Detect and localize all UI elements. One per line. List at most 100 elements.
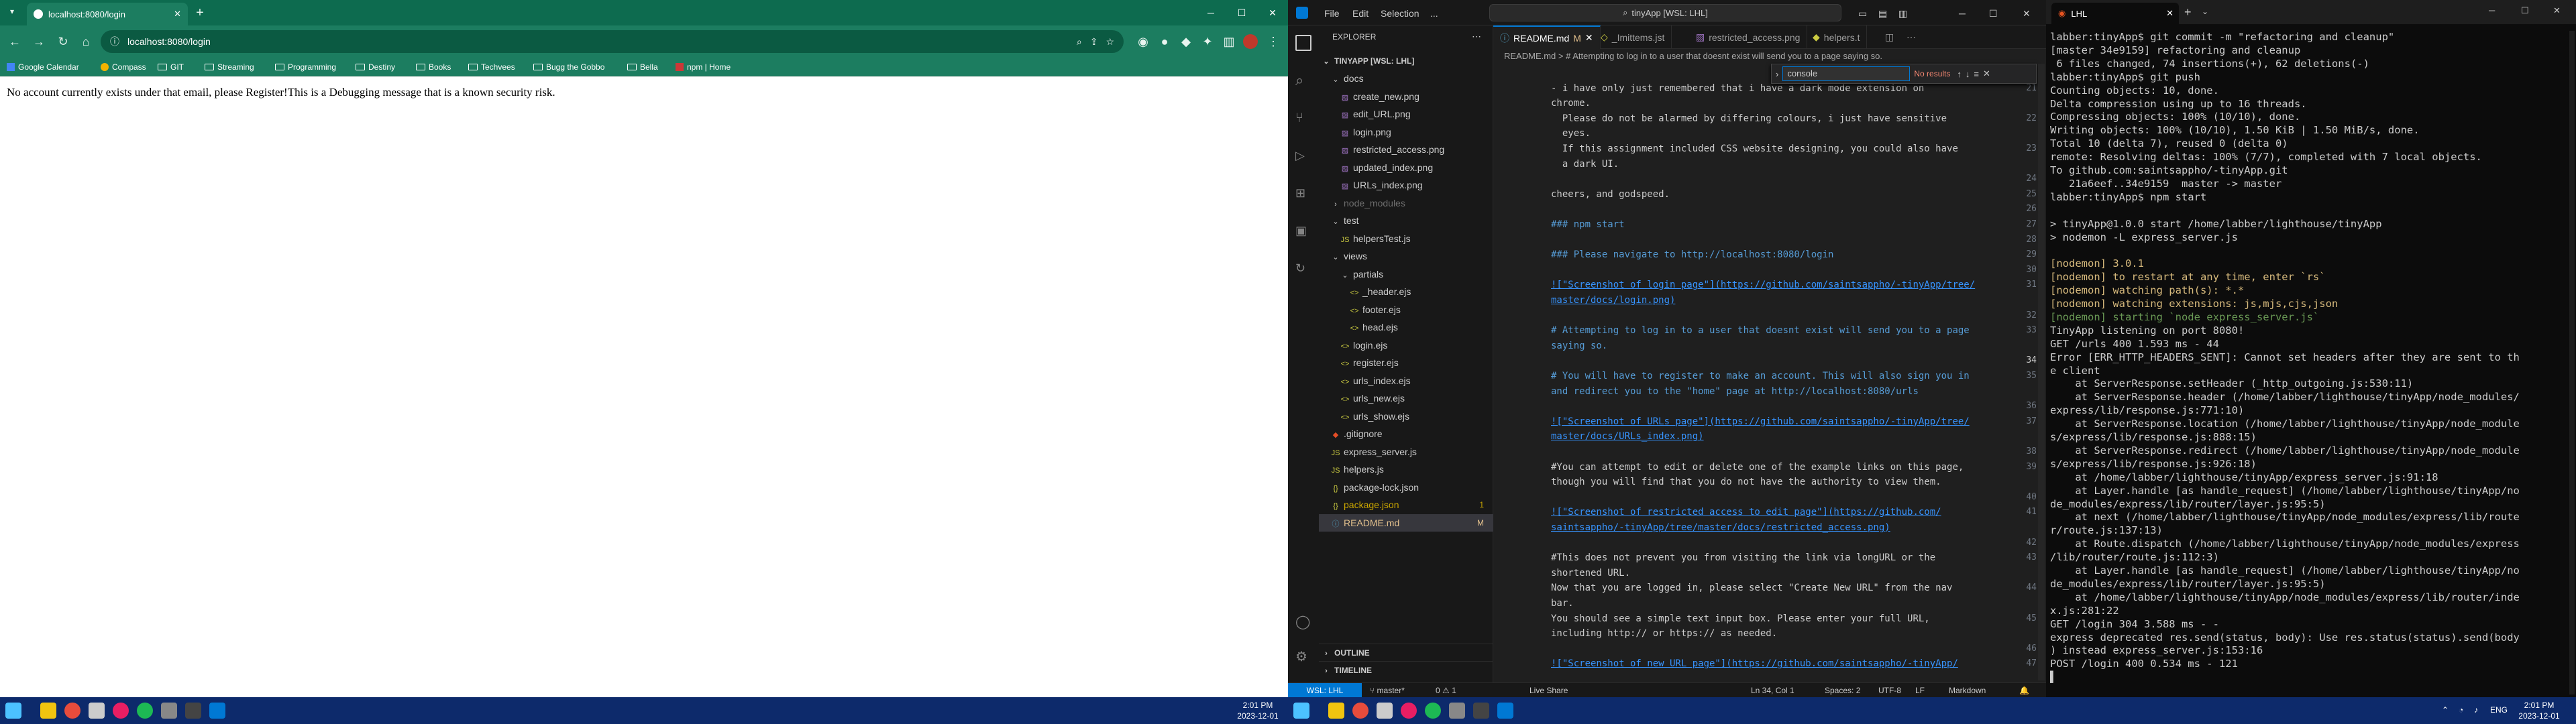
scrollbar[interactable]	[2038, 64, 2045, 680]
minimize-icon[interactable]: ─	[1195, 0, 1226, 25]
chevron-right-icon[interactable]: ›	[1776, 69, 1778, 79]
address-bar[interactable]: ⓘ localhost:8080/login ⌕ ⇪ ☆	[101, 30, 1124, 53]
problems-indicator[interactable]: 0 ⚠ 1	[1436, 686, 1456, 695]
extension-icon[interactable]: ◆	[1177, 32, 1195, 51]
account-icon[interactable]: ◯	[1295, 614, 1311, 630]
tree-file[interactable]: <> urls_new.ejs	[1319, 389, 1493, 407]
command-center[interactable]: ⌕ tinyApp [WSL: LHL]	[1489, 4, 1841, 21]
minimize-icon[interactable]: ─	[1959, 8, 1966, 19]
tree-file[interactable]: <> urls_index.ejs	[1319, 372, 1493, 389]
share-icon[interactable]: ⇪	[1090, 36, 1098, 48]
tree-file[interactable]: JS express_server.js	[1319, 443, 1493, 461]
bookmark-folder-git[interactable]: GIT	[158, 60, 184, 74]
remote-indicator[interactable]: WSL: LHL	[1288, 683, 1362, 698]
tree-file[interactable]: <> head.ejs	[1319, 318, 1493, 336]
bookmark-google-calendar[interactable]: Google Calendar	[7, 60, 79, 74]
forward-icon[interactable]: →	[30, 32, 48, 51]
tree-file[interactable]: ▨ restricted_access.png	[1319, 141, 1493, 158]
wifi-icon[interactable]: ◔	[2459, 705, 2463, 715]
search-icon[interactable]: ⌕	[1077, 36, 1082, 48]
clock[interactable]: 2:01 PM 2023-12-01	[2512, 700, 2566, 721]
close-icon[interactable]: ✕	[1983, 68, 1990, 79]
language-indicator[interactable]: ENG	[2490, 705, 2508, 715]
language-mode[interactable]: Markdown	[1949, 686, 1986, 695]
chrome-icon[interactable]	[1352, 703, 1368, 719]
volume-icon[interactable]: ♪	[2474, 705, 2478, 715]
tree-file[interactable]: <> login.ejs	[1319, 337, 1493, 354]
profile-avatar[interactable]	[1241, 32, 1260, 51]
bookmark-star-icon[interactable]: ☆	[1106, 36, 1114, 48]
vscode-icon[interactable]	[209, 703, 225, 719]
arrow-up-icon[interactable]: ↑	[1957, 69, 1962, 79]
layout-icon[interactable]: ▤	[1878, 8, 1887, 19]
app-icon[interactable]	[113, 703, 129, 719]
live-share-icon[interactable]: ↻	[1295, 260, 1311, 276]
find-input[interactable]: console	[1782, 66, 1911, 81]
extensions-icon[interactable]: ⊞	[1295, 185, 1311, 201]
tree-folder[interactable]: ⌄ partials	[1319, 265, 1493, 283]
app-icon[interactable]	[1401, 703, 1417, 719]
menu-edit[interactable]: Edit	[1352, 8, 1368, 19]
outline-section[interactable]: › OUTLINE	[1319, 644, 1493, 661]
bookmark-folder-bugg[interactable]: Bugg the Gobbo	[533, 60, 604, 74]
live-share-indicator[interactable]: Live Share	[1529, 686, 1568, 695]
tree-file[interactable]: <> register.ejs	[1319, 354, 1493, 371]
maximize-icon[interactable]: ☐	[1989, 8, 1998, 19]
tree-folder[interactable]: ⌄ docs	[1319, 70, 1493, 87]
tree-folder[interactable]: ⌄ test	[1319, 212, 1493, 229]
more-actions-icon[interactable]: ⋯	[1900, 25, 1923, 49]
tree-file[interactable]: {} package-lock.json	[1319, 479, 1493, 496]
settings-gear-icon[interactable]: ⚙	[1295, 649, 1311, 665]
layout-icon[interactable]: ▥	[1898, 8, 1907, 19]
terminal-icon[interactable]	[1449, 703, 1465, 719]
tree-file[interactable]: ▨ login.png	[1319, 123, 1493, 141]
project-root[interactable]: ⌄ TINYAPP [WSL: LHL]	[1319, 52, 1493, 70]
encoding[interactable]: UTF-8	[1878, 686, 1901, 695]
vscode-icon[interactable]	[1497, 703, 1513, 719]
tab-search-icon[interactable]: ▾	[4, 3, 20, 19]
menu-more[interactable]: ...	[1430, 8, 1438, 19]
bookmark-folder-books[interactable]: Books	[416, 60, 451, 74]
branch-indicator[interactable]: ⑂ master*	[1370, 686, 1405, 695]
more-actions-icon[interactable]: ⋯	[1472, 31, 1481, 42]
selection-icon[interactable]: ≡	[1974, 69, 1979, 79]
source-control-icon[interactable]: ⑂	[1295, 110, 1311, 126]
tree-file[interactable]: JS helpersTest.js	[1319, 230, 1493, 247]
tree-file[interactable]: ▨ edit_URL.png	[1319, 105, 1493, 123]
tree-file[interactable]: ◆ .gitignore	[1319, 425, 1493, 442]
terminal-output[interactable]: labber:tinyApp$ git commit -m "refactori…	[2046, 31, 2572, 695]
terminal-tab[interactable]: ◉ LHL ✕	[2051, 3, 2179, 24]
start-icon[interactable]	[1293, 703, 1309, 719]
close-window-icon[interactable]: ✕	[1257, 0, 1288, 25]
bookmark-folder-streaming[interactable]: Streaming	[205, 60, 254, 74]
sidebar-icon[interactable]: ▥	[1220, 32, 1238, 51]
file-explorer-icon[interactable]	[40, 703, 56, 719]
file-explorer-icon[interactable]	[1328, 703, 1344, 719]
bookmark-folder-techvees[interactable]: Techvees	[468, 60, 515, 74]
tree-file[interactable]: ▨ create_new.png	[1319, 88, 1493, 105]
calculator-icon[interactable]	[1473, 703, 1489, 719]
extension-icon[interactable]: ◉	[1134, 32, 1152, 51]
close-window-icon[interactable]: ✕	[2023, 8, 2031, 19]
menu-file[interactable]: File	[1324, 8, 1340, 19]
browser-tab[interactable]: localhost:8080/login ✕	[27, 3, 188, 25]
bookmark-folder-bella[interactable]: Bella	[627, 60, 658, 74]
close-window-icon[interactable]: ✕	[2553, 5, 2561, 16]
terminal-icon[interactable]	[161, 703, 177, 719]
maximize-icon[interactable]: ☐	[2521, 5, 2529, 16]
bookmark-folder-destiny[interactable]: Destiny	[356, 60, 395, 74]
split-editor-icon[interactable]: ◫	[1878, 25, 1900, 49]
spotify-icon[interactable]	[1425, 703, 1441, 719]
cursor-position[interactable]: Ln 34, Col 1	[1751, 686, 1794, 695]
tree-file[interactable]: <> _header.ejs	[1319, 283, 1493, 300]
tree-folder[interactable]: › node_modules	[1319, 194, 1493, 212]
cookie-icon[interactable]: ●	[1155, 32, 1174, 51]
eol[interactable]: LF	[1915, 686, 1925, 695]
bell-icon[interactable]: 🔔	[2019, 686, 2029, 695]
search-icon[interactable]: ⌕	[1295, 72, 1311, 88]
site-info-icon[interactable]: ⓘ	[110, 35, 119, 48]
bookmark-folder-programming[interactable]: Programming	[275, 60, 336, 74]
arrow-down-icon[interactable]: ↓	[1966, 69, 1970, 79]
tab-ejs[interactable]: ◇ _Imittems.jst	[1594, 25, 1672, 49]
code-editor[interactable]: 2021- i have only just remembered that i…	[1493, 64, 2043, 680]
